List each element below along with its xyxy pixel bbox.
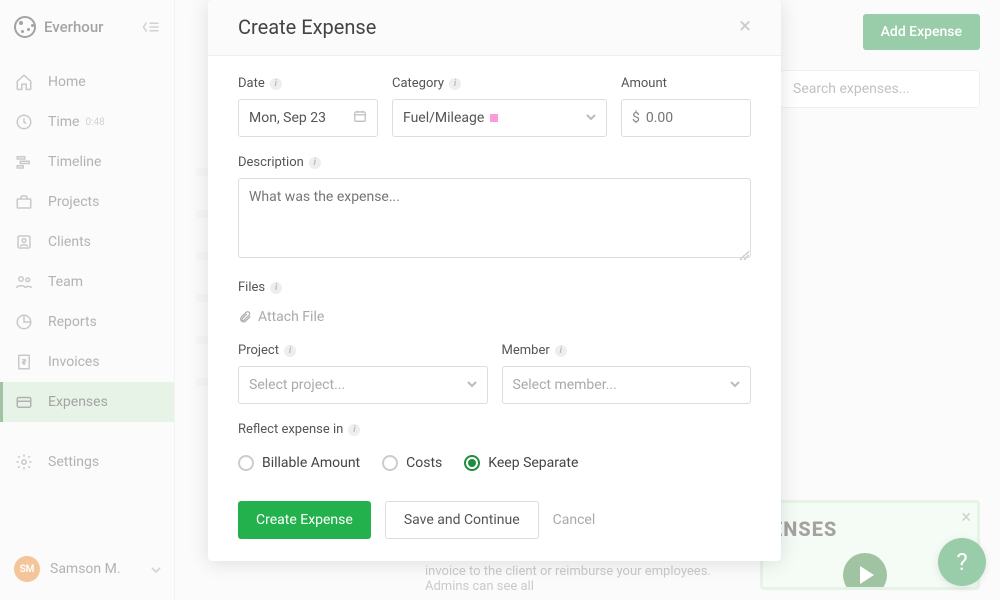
reflect-option-billable[interactable]: Billable Amount xyxy=(238,455,360,471)
attach-file-button[interactable]: Attach File xyxy=(238,309,751,325)
info-icon: i xyxy=(449,78,461,90)
member-label: Member xyxy=(502,343,550,358)
radio-label: Billable Amount xyxy=(262,455,360,471)
calendar-icon xyxy=(353,109,367,127)
amount-label: Amount xyxy=(621,76,667,91)
chevron-down-icon xyxy=(586,110,596,126)
date-value: Mon, Sep 23 xyxy=(249,110,326,126)
project-placeholder: Select project... xyxy=(249,377,345,393)
project-select[interactable]: Select project... xyxy=(238,366,488,404)
create-expense-button[interactable]: Create Expense xyxy=(238,501,371,539)
modal-title: Create Expense xyxy=(238,15,376,39)
category-value: Fuel/Mileage xyxy=(403,110,484,126)
chevron-down-icon xyxy=(730,377,740,393)
info-icon: i xyxy=(270,282,282,294)
info-icon: i xyxy=(555,345,567,357)
radio-icon xyxy=(382,455,398,471)
description-label: Description xyxy=(238,155,304,170)
currency-prefix: $ xyxy=(632,110,640,126)
resize-handle-icon[interactable] xyxy=(739,250,749,260)
amount-input[interactable]: $ xyxy=(621,99,751,137)
project-label: Project xyxy=(238,343,279,358)
category-label: Category xyxy=(392,76,444,91)
category-select[interactable]: Fuel/Mileage xyxy=(392,99,607,137)
paperclip-icon xyxy=(238,309,252,325)
member-placeholder: Select member... xyxy=(513,377,617,393)
info-icon: i xyxy=(270,78,282,90)
radio-label: Costs xyxy=(406,455,442,471)
date-input[interactable]: Mon, Sep 23 xyxy=(238,99,378,137)
description-textarea[interactable] xyxy=(238,178,751,258)
category-color-icon xyxy=(490,114,498,122)
radio-label: Keep Separate xyxy=(488,455,578,471)
files-label: Files xyxy=(238,280,265,295)
reflect-option-costs[interactable]: Costs xyxy=(382,455,442,471)
amount-field[interactable] xyxy=(646,110,740,126)
member-select[interactable]: Select member... xyxy=(502,366,752,404)
info-icon: i xyxy=(284,345,296,357)
date-label: Date xyxy=(238,76,265,91)
reflect-label: Reflect expense in xyxy=(238,422,343,437)
radio-icon xyxy=(464,455,480,471)
cancel-button[interactable]: Cancel xyxy=(553,512,596,528)
info-icon: i xyxy=(348,424,360,436)
radio-icon xyxy=(238,455,254,471)
modal-close-button[interactable]: × xyxy=(739,14,751,39)
save-and-continue-button[interactable]: Save and Continue xyxy=(385,501,539,539)
info-icon: i xyxy=(309,157,321,169)
create-expense-modal: Create Expense × Datei Mon, Sep 23 Categ… xyxy=(208,0,781,561)
attach-label: Attach File xyxy=(258,309,324,325)
chevron-down-icon xyxy=(467,377,477,393)
reflect-option-keep-separate[interactable]: Keep Separate xyxy=(464,455,578,471)
